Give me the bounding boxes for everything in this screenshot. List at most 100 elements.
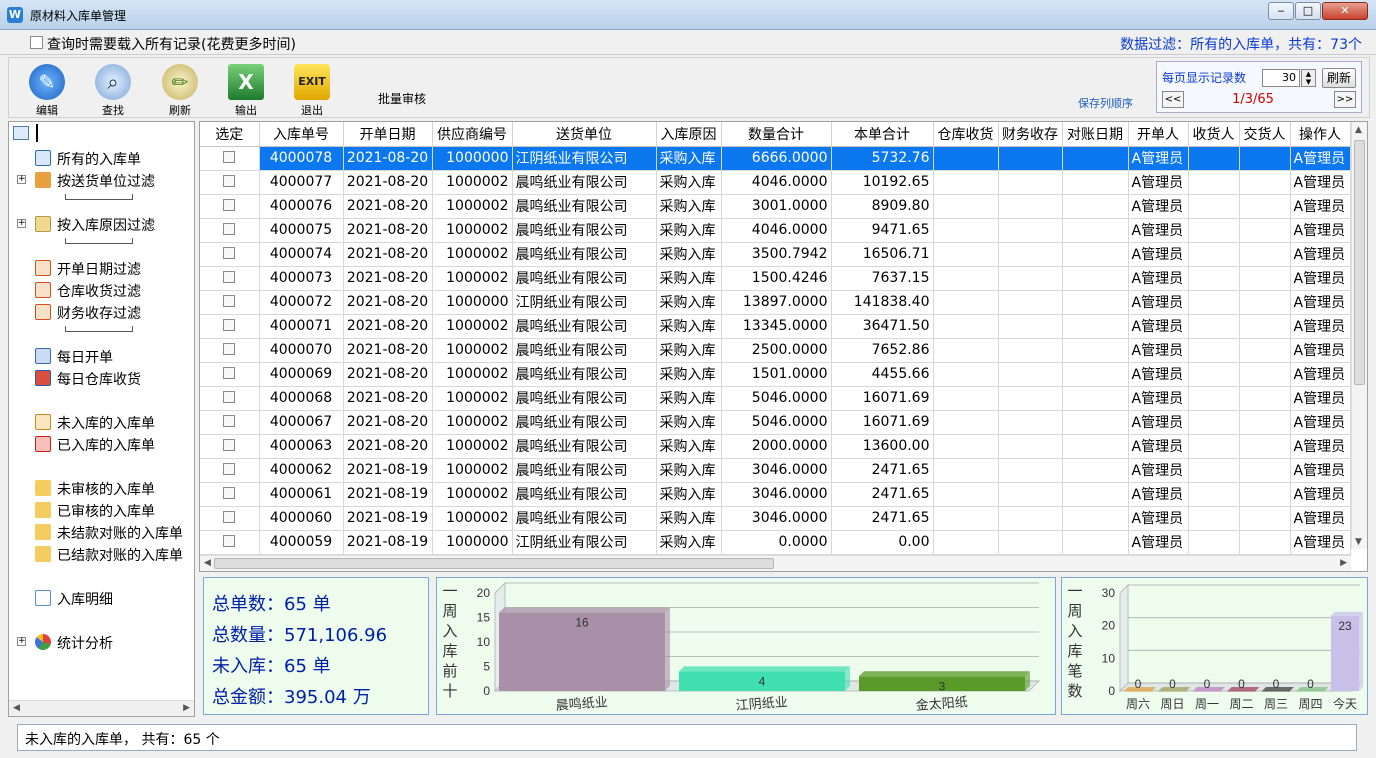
- per-page-spinner[interactable]: ▲ ▼: [1301, 69, 1316, 87]
- tree-item-by-reason[interactable]: 按入库原因过滤: [35, 215, 155, 235]
- tree-item-stocked[interactable]: 已入库的入库单: [35, 435, 155, 455]
- tree-item-not-stocked[interactable]: 未入库的入库单: [35, 413, 155, 433]
- table-row[interactable]: 4000069 2021-08-20 1000002 晨鸣纸业有限公司 采购入库 1501…: [200, 362, 1351, 387]
- table-cell: 1000002: [432, 266, 513, 291]
- table-cell: 晨鸣纸业有限公司: [512, 458, 657, 483]
- refresh-toolbar-button[interactable]: ✏ 刷新: [152, 62, 208, 117]
- column-header[interactable]: 对账日期: [1062, 122, 1129, 147]
- column-header[interactable]: 入库单号: [259, 122, 344, 147]
- row-checkbox[interactable]: [223, 535, 236, 547]
- row-checkbox[interactable]: [223, 271, 236, 283]
- exit-button[interactable]: EXIT 退出: [284, 62, 340, 117]
- column-header[interactable]: 本单合计: [831, 122, 934, 147]
- column-header[interactable]: 选定: [200, 122, 260, 147]
- table-cell-empty: [1239, 506, 1291, 531]
- close-button[interactable]: ✕: [1322, 2, 1368, 20]
- search-button[interactable]: ⌕ 查找: [85, 62, 141, 117]
- next-page-button[interactable]: >>: [1334, 91, 1356, 108]
- save-column-order-link[interactable]: 保存列顺序: [1078, 95, 1133, 111]
- tree-item-unsettled[interactable]: 未结款对账的入库单: [35, 523, 183, 543]
- grid-vscroll-thumb[interactable]: [1354, 140, 1365, 385]
- table-row[interactable]: 4000059 2021-08-19 1000000 江阴纸业有限公司 采购入库 0.00…: [200, 530, 1351, 555]
- row-checkbox[interactable]: [223, 511, 236, 523]
- table-row[interactable]: 4000068 2021-08-20 1000002 晨鸣纸业有限公司 采购入库 5046…: [200, 386, 1351, 411]
- edit-button[interactable]: ✎ 编辑: [19, 62, 75, 117]
- row-checkbox[interactable]: [223, 343, 236, 355]
- row-checkbox[interactable]: [223, 223, 236, 235]
- table-row[interactable]: 4000075 2021-08-20 1000002 晨鸣纸业有限公司 采购入库 4046…: [200, 218, 1351, 243]
- prev-page-button[interactable]: <<: [1162, 91, 1184, 108]
- per-page-input[interactable]: 30: [1262, 69, 1300, 87]
- row-checkbox[interactable]: [223, 247, 236, 259]
- column-header[interactable]: 仓库收货: [933, 122, 999, 147]
- grid-vertical-scrollbar[interactable]: ▲ ▼: [1351, 122, 1367, 549]
- grid-hscroll-thumb[interactable]: [214, 558, 774, 569]
- table-cell-empty: [1062, 530, 1129, 555]
- tree-item-daily-receive[interactable]: 每日仓库收货: [35, 369, 141, 389]
- column-header[interactable]: 收货人: [1188, 122, 1240, 147]
- row-checkbox[interactable]: [223, 487, 236, 499]
- row-checkbox[interactable]: [223, 367, 236, 379]
- table-row[interactable]: 4000060 2021-08-19 1000002 晨鸣纸业有限公司 采购入库 3046…: [200, 506, 1351, 531]
- tree-item-stats[interactable]: 统计分析: [35, 633, 113, 653]
- batch-audit-button[interactable]: 批量审核: [378, 90, 426, 107]
- table-cell-empty: [1062, 194, 1129, 219]
- tree-item-finance[interactable]: 财务收存过滤: [35, 303, 141, 323]
- export-button[interactable]: X 输出: [218, 62, 274, 117]
- column-header[interactable]: 操作人: [1290, 122, 1351, 147]
- expand-stats-toggle[interactable]: +: [17, 637, 26, 646]
- row-checkbox[interactable]: [223, 439, 236, 451]
- table-row[interactable]: 4000074 2021-08-20 1000002 晨鸣纸业有限公司 采购入库 3500…: [200, 242, 1351, 267]
- table-row[interactable]: 4000071 2021-08-20 1000002 晨鸣纸业有限公司 采购入库 1334…: [200, 314, 1351, 339]
- expand-reason-toggle[interactable]: +: [17, 219, 26, 228]
- table-row[interactable]: 4000072 2021-08-20 1000000 江阴纸业有限公司 采购入库 1389…: [200, 290, 1351, 315]
- tree-item-settled[interactable]: 已结款对账的入库单: [35, 545, 183, 565]
- tree-item-daily-open[interactable]: 每日开单: [35, 347, 113, 367]
- grid-horizontal-scrollbar[interactable]: ◀ ▶: [200, 555, 1351, 571]
- chart-title-char: 入: [442, 623, 457, 640]
- row-checkbox[interactable]: [223, 391, 236, 403]
- row-checkbox[interactable]: [223, 295, 236, 307]
- table-cell-empty: [933, 218, 999, 243]
- row-select-cell: [200, 146, 260, 171]
- minimize-button[interactable]: ‒: [1268, 2, 1294, 20]
- table-row[interactable]: 4000077 2021-08-20 1000002 晨鸣纸业有限公司 采购入库 4046…: [200, 170, 1351, 195]
- tree-item-warehouse[interactable]: 仓库收货过滤: [35, 281, 141, 301]
- row-checkbox[interactable]: [223, 151, 236, 163]
- row-checkbox[interactable]: [223, 199, 236, 211]
- table-row[interactable]: 4000067 2021-08-20 1000002 晨鸣纸业有限公司 采购入库 5046…: [200, 410, 1351, 435]
- table-cell: A管理员: [1290, 314, 1351, 339]
- row-checkbox[interactable]: [223, 415, 236, 427]
- table-row[interactable]: 4000070 2021-08-20 1000002 晨鸣纸业有限公司 采购入库 2500…: [200, 338, 1351, 363]
- row-checkbox[interactable]: [223, 319, 236, 331]
- tree-item-details[interactable]: 入库明细: [35, 589, 113, 609]
- table-row[interactable]: 4000076 2021-08-20 1000002 晨鸣纸业有限公司 采购入库 3001…: [200, 194, 1351, 219]
- column-header[interactable]: 送货单位: [512, 122, 657, 147]
- load-all-checkbox[interactable]: [30, 36, 43, 49]
- column-header[interactable]: 开单日期: [343, 122, 433, 147]
- tree-item-audited[interactable]: 已审核的入库单: [35, 501, 155, 521]
- column-header[interactable]: 开单人: [1128, 122, 1189, 147]
- chart-data-label: 0: [1238, 677, 1245, 691]
- column-header[interactable]: 交货人: [1239, 122, 1291, 147]
- table-row[interactable]: 4000062 2021-08-19 1000002 晨鸣纸业有限公司 采购入库 3046…: [200, 458, 1351, 483]
- column-header[interactable]: 财务收存: [998, 122, 1063, 147]
- maximize-button[interactable]: □: [1295, 2, 1321, 20]
- tree-item-open-date[interactable]: 开单日期过滤: [35, 259, 141, 279]
- tree-item-by-supplier[interactable]: 按送货单位过滤: [35, 171, 155, 191]
- row-checkbox[interactable]: [223, 175, 236, 187]
- row-checkbox[interactable]: [223, 463, 236, 475]
- table-row[interactable]: 4000078 2021-08-20 1000000 江阴纸业有限公司 采购入库 6666…: [200, 146, 1351, 171]
- tree-horizontal-scrollbar[interactable]: ◀ ▶: [9, 700, 194, 716]
- tree-item-unaudited[interactable]: 未审核的入库单: [35, 479, 155, 499]
- column-header[interactable]: 供应商编号: [432, 122, 513, 147]
- tree-item-all[interactable]: 所有的入库单: [35, 149, 141, 169]
- weekly-count-chart-panel: 一周入库笔数 0 10 20 30 0 周六 0 周日 0 周一 0 周二 0 周三 0 周四 23 今天: [1061, 577, 1368, 715]
- table-row[interactable]: 4000061 2021-08-19 1000002 晨鸣纸业有限公司 采购入库 3046…: [200, 482, 1351, 507]
- column-header[interactable]: 入库原因: [656, 122, 722, 147]
- table-row[interactable]: 4000063 2021-08-20 1000002 晨鸣纸业有限公司 采购入库 2000…: [200, 434, 1351, 459]
- table-row[interactable]: 4000073 2021-08-20 1000002 晨鸣纸业有限公司 采购入库 1500…: [200, 266, 1351, 291]
- pager-refresh-button[interactable]: 刷新: [1322, 68, 1356, 88]
- column-header[interactable]: 数量合计: [721, 122, 832, 147]
- expand-supplier-toggle[interactable]: +: [17, 175, 26, 184]
